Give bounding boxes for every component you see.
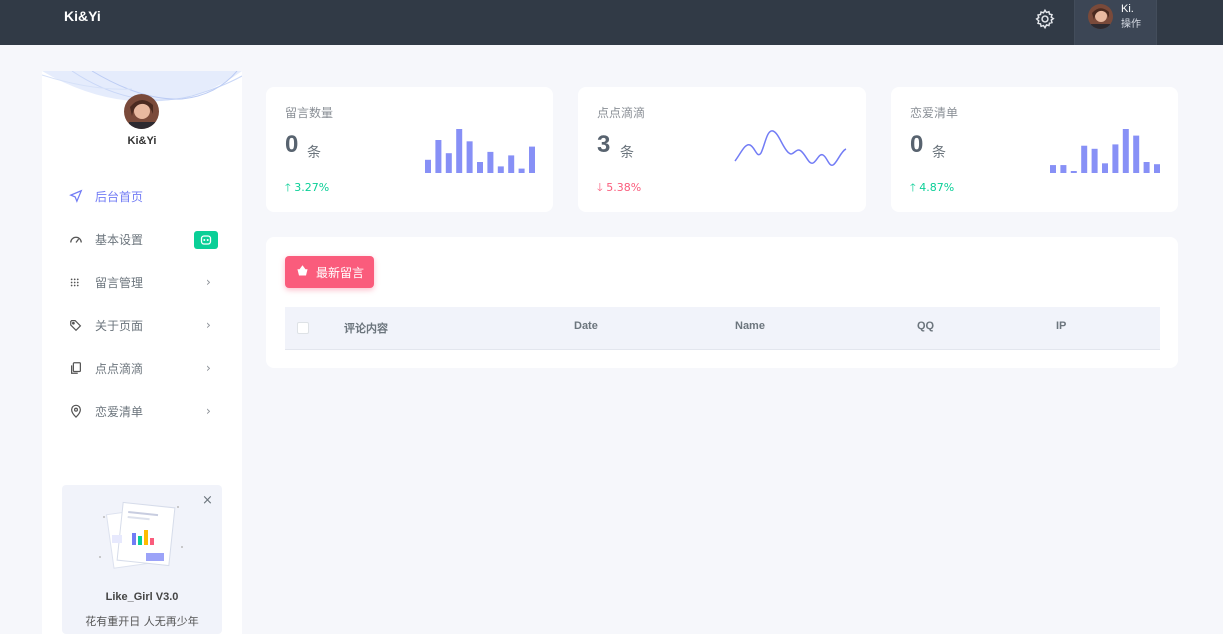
chevron-right-icon: › [206,318,211,332]
stat-unit: 条 [932,145,946,161]
stat-value: 0 [285,131,299,158]
sparkline-bar [435,140,442,173]
sidebar: Ki&Yi 后台首页 基本设置 留言管理 › 关于页面 › 点点滴滴 › 恋爱清… [42,71,242,634]
bar-sparkline [425,129,535,173]
sidebar-item-label: 后台首页 [95,190,144,204]
line-sparkline [734,130,847,166]
stat-change: 🡑 3.27% [285,181,330,194]
chevron-right-icon: › [206,275,211,289]
stat-card-love-list: 恋爱清单 0 条 🡑 4.87% [891,87,1178,212]
user-name: Ki. [1121,3,1134,15]
arrow-down-icon: 🡓 [597,181,603,194]
latest-messages-button[interactable]: 最新留言 [285,256,374,288]
column-header[interactable]: QQ [917,320,934,332]
sparkline-bar [1050,165,1056,173]
top-navbar: Ki&Yi Ki. 操作 [0,0,1223,45]
sparkline-bar [1143,162,1150,173]
sidebar-item-moments[interactable]: 点点滴滴 › [42,351,242,387]
column-header[interactable]: Name [735,320,765,332]
tag-icon [70,320,82,332]
send-icon [69,189,83,203]
sparkline-bar [497,166,504,173]
sparkline-bar [466,141,473,173]
arrow-up-icon: 🡑 [910,181,916,194]
sparkline-bar [1091,148,1098,173]
sidebar-item-label: 恋爱清单 [95,405,144,419]
stat-title: 留言数量 [285,106,334,120]
chevron-right-icon: › [206,404,211,418]
stat-change: 🡓 5.38% [597,181,642,194]
sparkline-bar [425,159,431,173]
robot-icon [200,235,212,245]
arrow-up-icon: 🡑 [285,181,291,194]
promo-subtitle: 花有重开日 人无再少年 [85,615,199,628]
stat-title: 点点滴滴 [597,106,646,120]
sidebar-item-label: 点点滴滴 [95,362,144,376]
sparkline-bar [1133,135,1140,173]
sparkline-bar [477,162,483,173]
stat-unit: 条 [620,145,634,161]
sidebar-item-label: 留言管理 [95,276,144,290]
status-badge [194,231,218,249]
copy-icon [71,362,81,374]
latest-messages-card: 最新留言 评论内容 Date Name QQ IP [266,237,1178,368]
user-menu[interactable]: Ki. 操作 [1074,0,1157,45]
sidebar-item-about[interactable]: 关于页面 › [42,308,242,344]
stat-title: 恋爱清单 [910,106,959,120]
chevron-right-icon: › [206,361,211,375]
column-header[interactable]: Date [574,320,598,332]
stat-card-moments: 点点滴滴 3 条 🡓 5.38% [578,87,866,212]
sparkline-bar [1070,171,1077,173]
user-role: 操作 [1121,19,1141,30]
close-icon[interactable]: × [202,493,213,508]
sidebar-item-love-list[interactable]: 恋爱清单 › [42,394,242,430]
select-all-checkbox[interactable] [297,322,309,334]
profile-name: Ki&Yi [127,135,157,147]
sparkline-bar [1060,165,1067,173]
stat-change: 🡑 4.87% [910,181,955,194]
column-header[interactable]: IP [1056,320,1066,332]
sidebar-item-label: 关于页面 [95,319,144,333]
stat-value: 0 [910,131,924,158]
promo-card: × Like_Girl V3.0 花有重开日 人无再少年 [62,485,222,634]
sidebar-item-messages[interactable]: 留言管理 › [42,265,242,301]
sparkline-bar [529,146,535,173]
speedometer-icon [70,236,82,243]
sparkline-bar [1122,129,1129,173]
avatar [1088,4,1113,29]
promo-title: Like_Girl V3.0 [105,591,179,603]
column-header[interactable]: 评论内容 [344,320,388,336]
sparkline-bar [1154,164,1160,173]
bar-sparkline [1050,129,1160,173]
sparkline-bar [1081,145,1088,173]
sparkline-bar [445,153,452,173]
table-header: 评论内容 Date Name QQ IP [285,307,1160,350]
report-illustration [99,501,183,569]
sparkline-bar [1112,144,1119,173]
grid-dots-icon [70,278,79,287]
profile-avatar[interactable] [124,94,159,129]
button-label: 最新留言 [316,266,365,280]
stat-card-messages: 留言数量 0 条 🡑 3.27% [266,87,553,212]
sparkline-bar [508,155,515,173]
gear-icon[interactable] [1034,8,1056,30]
sidebar-item-label: 基本设置 [95,233,144,247]
sparkline-bar [1102,163,1108,173]
sparkline-bar [518,168,525,173]
sidebar-item-dashboard[interactable]: 后台首页 [42,179,242,215]
sidebar-item-settings[interactable]: 基本设置 [42,222,242,258]
brand-logo[interactable]: Ki&Yi [64,8,101,24]
basket-icon [297,265,308,276]
stat-value: 3 [597,131,611,158]
sparkline-bar [487,151,494,173]
stat-unit: 条 [307,145,321,161]
sparkline-bar [456,129,463,173]
map-pin-icon [71,404,81,418]
